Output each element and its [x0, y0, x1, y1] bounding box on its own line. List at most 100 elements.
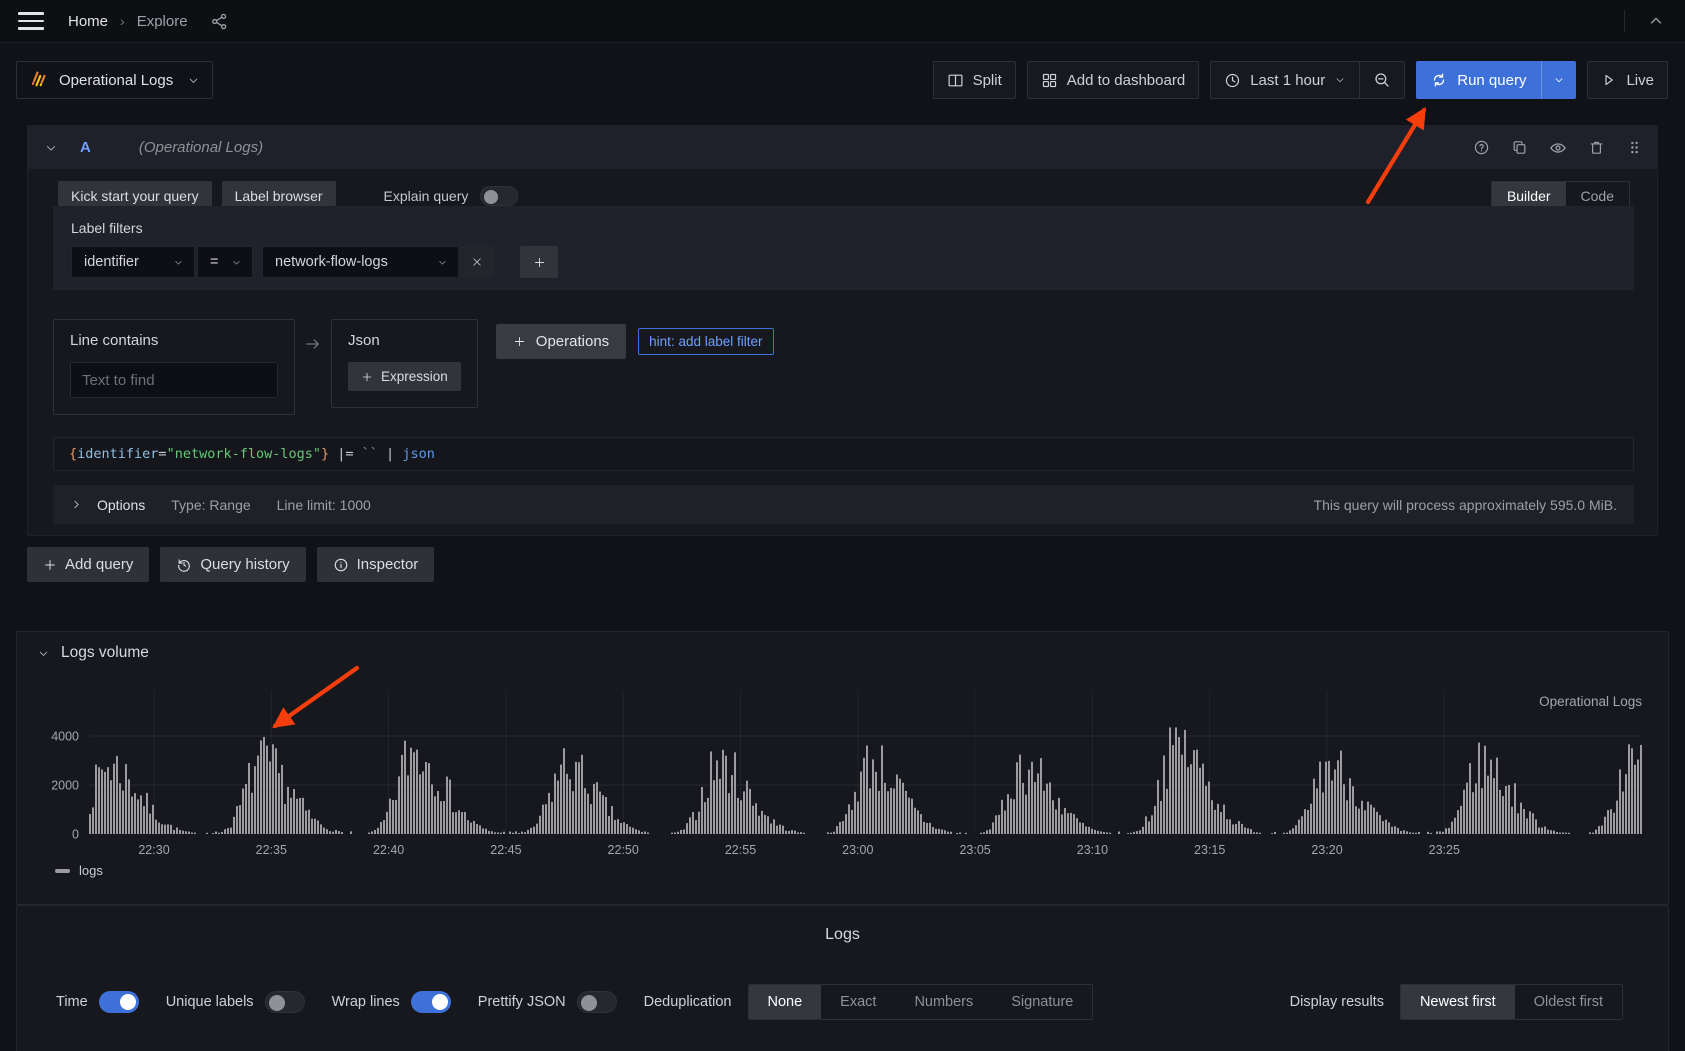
query-size-estimate: This query will process approximately 59…	[1314, 497, 1617, 513]
svg-text:22:40: 22:40	[373, 843, 404, 857]
add-operations-button[interactable]: Operations	[496, 324, 626, 359]
query-token: |=	[329, 446, 362, 462]
svg-text:0: 0	[72, 828, 79, 842]
explain-query-toggle[interactable]	[480, 186, 518, 206]
remove-filter-icon[interactable]	[460, 246, 494, 278]
chart-legend-item[interactable]: logs	[55, 863, 103, 878]
share-icon[interactable]	[210, 12, 229, 31]
label-key-select[interactable]: identifier	[71, 246, 195, 278]
hint-add-label-filter-link[interactable]: hint: add label filter	[638, 328, 773, 355]
operations-row: Line contains Json Expression Operations…	[53, 319, 774, 415]
legend-swatch	[55, 869, 70, 873]
query-token: json	[402, 446, 435, 462]
svg-text:23:25: 23:25	[1429, 843, 1460, 857]
query-datasource-hint: (Operational Logs)	[139, 139, 263, 156]
add-expression-button[interactable]: Expression	[348, 362, 461, 391]
prettify-json-toggle[interactable]	[577, 991, 617, 1013]
options-label[interactable]: Options	[97, 497, 145, 513]
explore-footer-actions: Add query Query history Inspector	[27, 547, 434, 582]
unique-labels-label: Unique labels	[166, 994, 254, 1010]
svg-text:4000: 4000	[51, 730, 79, 744]
chevron-down-icon	[1334, 74, 1346, 86]
remove-query-icon[interactable]	[1588, 139, 1605, 156]
label-filters-card: Label filters identifier = network-flow-…	[53, 206, 1634, 290]
logs-volume-chart[interactable]: 22:3022:3522:4022:4522:5022:5523:0023:05…	[17, 632, 1670, 906]
datasource-picker[interactable]: Operational Logs	[16, 61, 213, 99]
text-to-find-input[interactable]	[70, 362, 278, 398]
query-row-header[interactable]: A (Operational Logs)	[28, 126, 1657, 169]
wrap-lines-toggle[interactable]	[411, 991, 451, 1013]
svg-text:23:00: 23:00	[842, 843, 873, 857]
label-filter-row: identifier = network-flow-logs	[71, 246, 1616, 278]
label-filters-title: Label filters	[71, 220, 1616, 236]
time-range-button[interactable]: Last 1 hour	[1211, 62, 1359, 98]
options-type: Type: Range	[171, 497, 250, 513]
logs-volume-header[interactable]: Logs volume	[37, 644, 149, 662]
unique-labels-toggle[interactable]	[265, 991, 305, 1013]
explain-query-control: Explain query	[384, 186, 519, 206]
time-picker-group: Last 1 hour	[1210, 61, 1405, 99]
json-operation-title: Json	[348, 332, 461, 349]
top-nav: Home › Explore	[0, 0, 1685, 43]
help-icon[interactable]	[1473, 139, 1490, 156]
query-history-button[interactable]: Query history	[160, 547, 305, 582]
chevron-down-icon	[187, 74, 200, 87]
add-label-filter-button[interactable]	[520, 246, 558, 278]
logs-panel-title: Logs	[17, 926, 1668, 944]
plus-icon	[43, 558, 57, 572]
svg-text:22:55: 22:55	[725, 843, 756, 857]
display-results-label: Display results	[1290, 994, 1384, 1010]
query-token: {	[69, 446, 77, 462]
query-token: ``	[362, 446, 378, 462]
menu-icon[interactable]	[18, 12, 44, 30]
svg-text:22:50: 22:50	[608, 843, 639, 857]
drag-handle-icon[interactable]	[1626, 139, 1643, 156]
query-token: identifier	[77, 446, 158, 462]
svg-text:22:45: 22:45	[490, 843, 521, 857]
explore-toolbar: Operational Logs Split Add to dashboard …	[0, 43, 1685, 109]
inspector-button[interactable]: Inspector	[317, 547, 435, 582]
add-query-button[interactable]: Add query	[27, 547, 149, 582]
display-option-oldest-first[interactable]: Oldest first	[1515, 985, 1622, 1019]
line-contains-title: Line contains	[70, 332, 278, 349]
toggle-visibility-icon[interactable]	[1549, 139, 1567, 157]
time-toggle[interactable]	[99, 991, 139, 1013]
explain-query-label: Explain query	[384, 188, 469, 204]
label-value-select[interactable]: network-flow-logs	[262, 246, 459, 278]
query-ref-id[interactable]: A	[80, 139, 91, 156]
chevron-down-icon[interactable]	[44, 141, 58, 155]
plus-icon	[361, 371, 373, 383]
dedup-option-signature[interactable]: Signature	[992, 985, 1092, 1019]
split-button[interactable]: Split	[933, 61, 1016, 99]
breadcrumb-home[interactable]: Home	[68, 13, 108, 30]
chart-series-source-label: Operational Logs	[1539, 694, 1642, 709]
datasource-name: Operational Logs	[59, 72, 173, 89]
breadcrumb-explore[interactable]: Explore	[137, 13, 188, 30]
json-operation: Json Expression	[331, 319, 478, 408]
dedup-option-numbers[interactable]: Numbers	[895, 985, 992, 1019]
dedup-option-none[interactable]: None	[749, 985, 822, 1019]
dedup-option-exact[interactable]: Exact	[821, 985, 895, 1019]
operator-select[interactable]: =	[197, 246, 253, 278]
breadcrumb-separator-icon: ›	[120, 13, 125, 29]
raw-query-preview: {identifier="network-flow-logs"} |= `` |…	[53, 437, 1634, 471]
display-option-newest-first[interactable]: Newest first	[1401, 985, 1515, 1019]
live-button[interactable]: Live	[1587, 61, 1668, 99]
query-token: =	[158, 446, 166, 462]
pipe-arrow-icon	[304, 335, 322, 353]
play-icon	[1601, 72, 1617, 88]
chevron-right-icon[interactable]	[70, 498, 83, 511]
add-to-dashboard-button[interactable]: Add to dashboard	[1027, 61, 1199, 99]
toolbar-actions: Split Add to dashboard Last 1 hour	[933, 61, 1668, 99]
duplicate-query-icon[interactable]	[1511, 139, 1528, 156]
prettify-json-label: Prettify JSON	[478, 994, 566, 1010]
logs-volume-panel: 22:3022:3522:4022:4522:5022:5523:0023:05…	[16, 631, 1669, 905]
line-contains-operation: Line contains	[53, 319, 295, 415]
run-query-button[interactable]: Run query	[1416, 61, 1541, 99]
display-results-cluster: Display results Newest first Oldest firs…	[1290, 984, 1623, 1020]
zoom-out-button[interactable]	[1359, 62, 1404, 98]
chevron-up-icon[interactable]	[1647, 12, 1665, 30]
svg-text:23:10: 23:10	[1077, 843, 1108, 857]
chevron-down-icon	[37, 647, 50, 660]
run-query-dropdown-button[interactable]	[1541, 61, 1576, 99]
